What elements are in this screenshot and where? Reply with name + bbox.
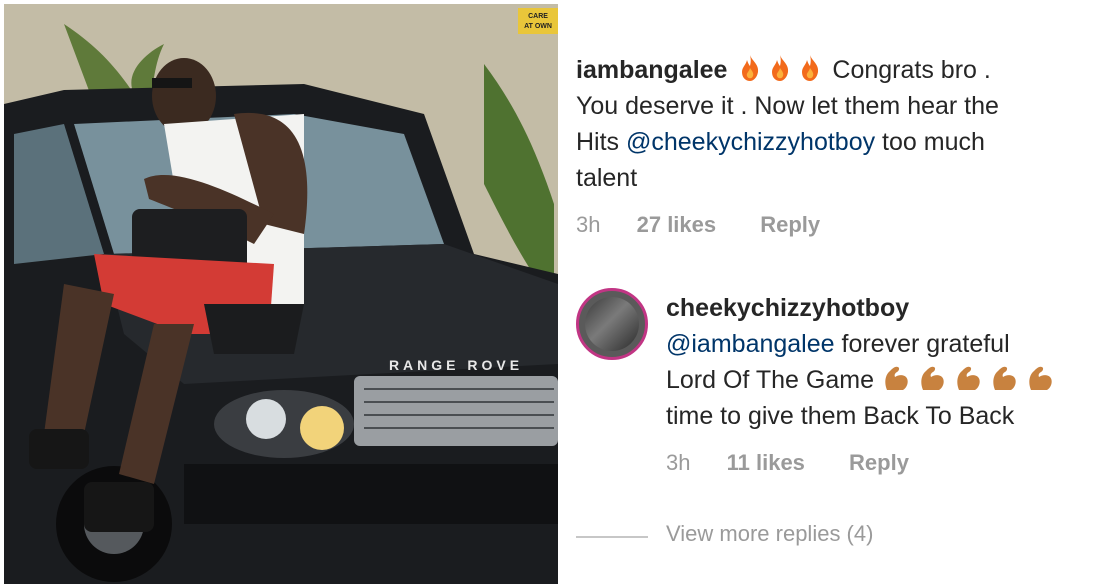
comment-text-line: too much: [875, 128, 985, 156]
fire-icon: [742, 55, 759, 81]
view-more-line: [576, 536, 648, 538]
fire-icon: [802, 55, 819, 81]
reply-button[interactable]: Reply: [760, 212, 820, 237]
comment-text-line: You deserve it . Now let them hear the: [576, 92, 999, 120]
comment-text: cheekychizzyhotboy @iambangalee forever …: [666, 290, 1116, 434]
comment-text-line: Congrats bro .: [832, 56, 991, 84]
comment-text-line: Hits: [576, 128, 626, 156]
sign-text-2: AT OWN: [524, 23, 552, 30]
sign-board: [518, 8, 558, 34]
comment-username[interactable]: iambangalee: [576, 56, 727, 84]
likes-count[interactable]: 11 likes: [727, 450, 805, 475]
comment-time: 3h: [576, 212, 601, 237]
comment-text-line: Lord Of The Game: [666, 366, 874, 394]
comments-panel: iambangalee Congrats bro . You deserve i…: [562, 0, 1120, 588]
comment-text-line: talent: [576, 164, 638, 192]
avatar[interactable]: [576, 288, 648, 360]
comment-meta: 3h 11 likes Reply: [666, 450, 1116, 476]
comment-text-line: forever grateful: [834, 330, 1010, 358]
flexed-biceps-icon: [993, 366, 1016, 390]
car-brand-text: RANGE ROVE: [389, 357, 523, 373]
comment-text: iambangalee Congrats bro . You deserve i…: [576, 52, 1106, 196]
view-more-replies[interactable]: View more replies (4): [576, 516, 1106, 556]
flexed-biceps-icon: [1029, 366, 1052, 390]
comment-time: 3h: [666, 450, 691, 475]
sign-text-1: CARE: [528, 13, 548, 20]
comment-meta: 3h 27 likes Reply: [576, 212, 1106, 238]
mention-link[interactable]: @iambangalee: [666, 330, 835, 358]
fire-icon: [772, 55, 789, 81]
reply-button[interactable]: Reply: [849, 450, 909, 475]
flexed-biceps-icon: [921, 366, 944, 390]
flexed-biceps-icon: [957, 366, 980, 390]
photo-scene: CARE AT OWN RANGE ROVE: [4, 4, 558, 584]
view-more-replies-label[interactable]: View more replies (4): [666, 521, 873, 547]
mention-link[interactable]: @cheekychizzyhotboy: [626, 128, 875, 156]
comment-text-line: time to give them Back To Back: [666, 402, 1015, 430]
likes-count[interactable]: 27 likes: [637, 212, 717, 237]
flexed-biceps-icon: [885, 366, 908, 390]
post-photo: CARE AT OWN RANGE ROVE: [4, 4, 558, 584]
comment-item: iambangalee Congrats bro . You deserve i…: [576, 52, 1106, 238]
comment-username[interactable]: cheekychizzyhotboy: [666, 294, 909, 322]
